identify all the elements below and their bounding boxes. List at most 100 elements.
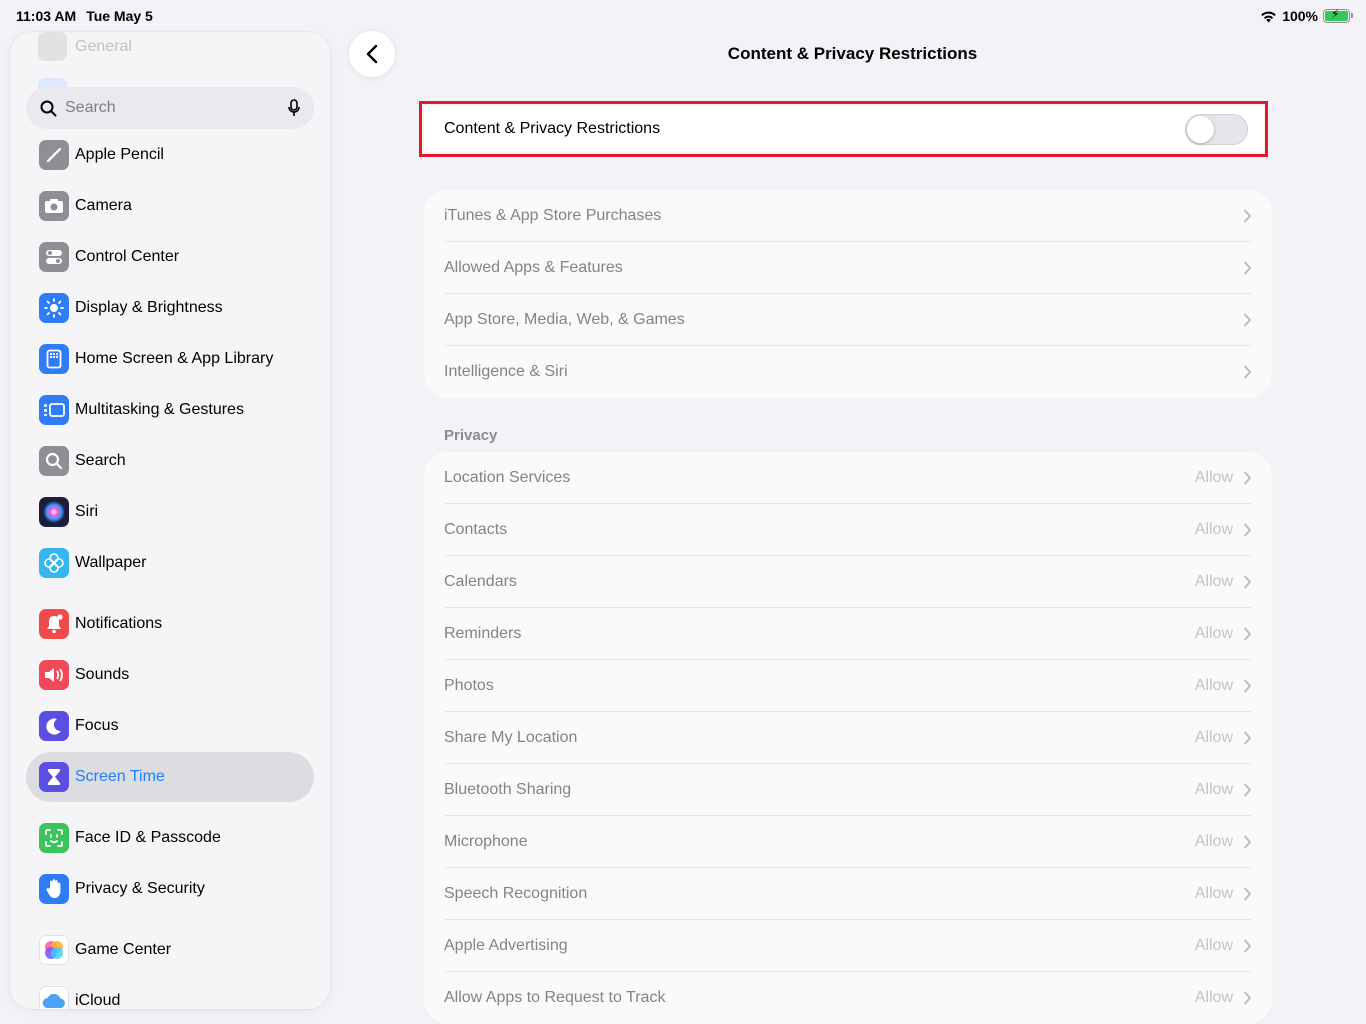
chevron-right-icon bbox=[1243, 627, 1252, 641]
chevron-right-icon bbox=[1243, 313, 1252, 327]
search-input[interactable]: Search bbox=[65, 99, 288, 117]
wallpaper-icon bbox=[39, 548, 69, 578]
row-label: iTunes & App Store Purchases bbox=[444, 207, 662, 224]
microphone-icon[interactable] bbox=[288, 99, 300, 117]
hand-icon bbox=[39, 874, 69, 904]
row-label: Calendars bbox=[444, 573, 517, 590]
settings-row-speech-recognition[interactable]: Speech Recognition Allow bbox=[424, 868, 1272, 920]
sidebar-item-face-id-passcode[interactable]: Face ID & Passcode bbox=[26, 813, 314, 863]
sun-icon bbox=[39, 293, 69, 323]
sidebar-item-label: Control Center bbox=[75, 248, 180, 265]
sidebar-item-sounds[interactable]: Sounds bbox=[26, 650, 314, 700]
sidebar-item-display-brightness[interactable]: Display & Brightness bbox=[26, 283, 314, 333]
row-value: Allow bbox=[1194, 937, 1233, 954]
settings-row-share-my-location[interactable]: Share My Location Allow bbox=[424, 712, 1272, 764]
sidebar-item-wallpaper[interactable]: Wallpaper bbox=[26, 538, 314, 588]
settings-row-itunes-app-store-purchases[interactable]: iTunes & App Store Purchases bbox=[424, 190, 1272, 242]
privacy-section-header: Privacy bbox=[444, 427, 498, 444]
chevron-right-icon bbox=[1243, 679, 1252, 693]
chevron-right-icon bbox=[1243, 731, 1252, 745]
row-value: Allow bbox=[1194, 781, 1233, 798]
row-label: Microphone bbox=[444, 833, 528, 850]
control-center-icon bbox=[39, 242, 69, 272]
restrictions-toggle-switch[interactable] bbox=[1185, 113, 1248, 145]
row-label: Photos bbox=[444, 677, 494, 694]
row-label: Bluetooth Sharing bbox=[444, 781, 572, 798]
row-label: Intelligence & Siri bbox=[444, 363, 568, 380]
sidebar-item-label: Focus bbox=[75, 717, 119, 734]
status-time: 11:03 AM bbox=[16, 8, 77, 24]
chevron-right-icon bbox=[1243, 991, 1252, 1005]
sidebar-item-search[interactable]: Search bbox=[26, 436, 314, 486]
sidebar-item-camera[interactable]: Camera bbox=[26, 181, 314, 231]
camera-icon bbox=[39, 191, 69, 221]
speaker-icon bbox=[39, 660, 69, 690]
settings-row-calendars[interactable]: Calendars Allow bbox=[424, 556, 1272, 608]
home-screen-icon bbox=[39, 344, 69, 374]
chevron-right-icon bbox=[1243, 887, 1252, 901]
restrictions-toggle-row[interactable]: Content & Privacy Restrictions bbox=[424, 106, 1264, 152]
chevron-right-icon bbox=[1243, 783, 1252, 797]
sidebar-item-label: Camera bbox=[75, 197, 132, 214]
sidebar-search[interactable]: Search bbox=[26, 87, 314, 129]
sidebar-item-general[interactable]: General bbox=[38, 32, 132, 61]
settings-row-microphone[interactable]: Microphone Allow bbox=[424, 816, 1272, 868]
sidebar-item-focus[interactable]: Focus bbox=[26, 701, 314, 751]
chevron-right-icon bbox=[1243, 575, 1252, 589]
sidebar-item-control-center[interactable]: Control Center bbox=[26, 232, 314, 282]
sidebar-item-label: Notifications bbox=[75, 615, 163, 632]
row-value: Allow bbox=[1194, 833, 1233, 850]
sidebar-item-game-center[interactable]: Game Center bbox=[26, 925, 314, 975]
settings-row-bluetooth-sharing[interactable]: Bluetooth Sharing Allow bbox=[424, 764, 1272, 816]
back-button[interactable] bbox=[349, 31, 395, 77]
sidebar-item-siri[interactable]: Siri bbox=[26, 487, 314, 537]
status-bar-left: 11:03 AM Tue May 5 bbox=[16, 8, 153, 24]
row-label: Share My Location bbox=[444, 729, 578, 746]
sidebar-item-label: Privacy & Security bbox=[75, 880, 205, 897]
sidebar-item-multitasking-gestures[interactable]: Multitasking & Gestures bbox=[26, 385, 314, 435]
settings-row-allowed-apps-features[interactable]: Allowed Apps & Features bbox=[424, 242, 1272, 294]
page-title: Content & Privacy Restrictions bbox=[727, 44, 978, 63]
game-center-icon bbox=[39, 935, 69, 965]
settings-row-allow-apps-to-request-to-track[interactable]: Allow Apps to Request to Track Allow bbox=[424, 972, 1272, 1024]
restrictions-toggle-label: Content & Privacy Restrictions bbox=[444, 120, 661, 137]
wifi-icon bbox=[1261, 11, 1276, 22]
status-bar-right: 100% ⚡ bbox=[1260, 7, 1353, 24]
sidebar-item-icloud[interactable]: iCloud bbox=[26, 976, 314, 1009]
settings-row-reminders[interactable]: Reminders Allow bbox=[424, 608, 1272, 660]
sidebar-item-label: General bbox=[75, 37, 132, 55]
settings-row-photos[interactable]: Photos Allow bbox=[424, 660, 1272, 712]
settings-row-contacts[interactable]: Contacts Allow bbox=[424, 504, 1272, 556]
sidebar-item-notifications[interactable]: Notifications bbox=[26, 599, 314, 649]
sidebar-item-label: Apple Pencil bbox=[75, 146, 164, 163]
row-value: Allow bbox=[1194, 989, 1233, 1006]
settings-row-apple-advertising[interactable]: Apple Advertising Allow bbox=[424, 920, 1272, 972]
row-label: Reminders bbox=[444, 625, 522, 642]
battery-percent: 100% bbox=[1282, 8, 1318, 24]
sidebar-item-label: Display & Brightness bbox=[75, 299, 223, 316]
gear-icon bbox=[38, 32, 67, 61]
status-date: Tue May 5 bbox=[86, 8, 153, 24]
search-icon bbox=[39, 446, 69, 476]
multitasking-icon bbox=[39, 395, 69, 425]
row-label: Allowed Apps & Features bbox=[444, 259, 623, 276]
sidebar-item-label: Multitasking & Gestures bbox=[75, 401, 244, 418]
sidebar-item-label: Home Screen & App Library bbox=[75, 350, 274, 367]
chevron-right-icon bbox=[1243, 523, 1252, 537]
chevron-left-icon bbox=[366, 44, 378, 64]
sidebar-item-apple-pencil[interactable]: Apple Pencil bbox=[26, 130, 314, 180]
battery-icon: ⚡ bbox=[1323, 7, 1353, 23]
settings-row-app-store-media-web-games[interactable]: App Store, Media, Web, & Games bbox=[424, 294, 1272, 346]
sidebar-item-label: Siri bbox=[75, 503, 99, 520]
sidebar-item-screen-time[interactable]: Screen Time bbox=[26, 752, 314, 802]
settings-row-intelligence-siri[interactable]: Intelligence & Siri bbox=[424, 346, 1272, 398]
sidebar-item-home-screen-app-library[interactable]: Home Screen & App Library bbox=[26, 334, 314, 384]
row-value: Allow bbox=[1194, 573, 1233, 590]
settings-row-location-services[interactable]: Location Services Allow bbox=[424, 452, 1272, 504]
bell-icon bbox=[39, 609, 69, 639]
sidebar-item-label: Sounds bbox=[75, 666, 130, 683]
chevron-right-icon bbox=[1243, 209, 1252, 223]
row-label: Allow Apps to Request to Track bbox=[444, 989, 666, 1006]
sidebar-item-privacy-security[interactable]: Privacy & Security bbox=[26, 864, 314, 914]
sidebar: General Search Apple Pencil Camera Control… bbox=[10, 32, 330, 1009]
